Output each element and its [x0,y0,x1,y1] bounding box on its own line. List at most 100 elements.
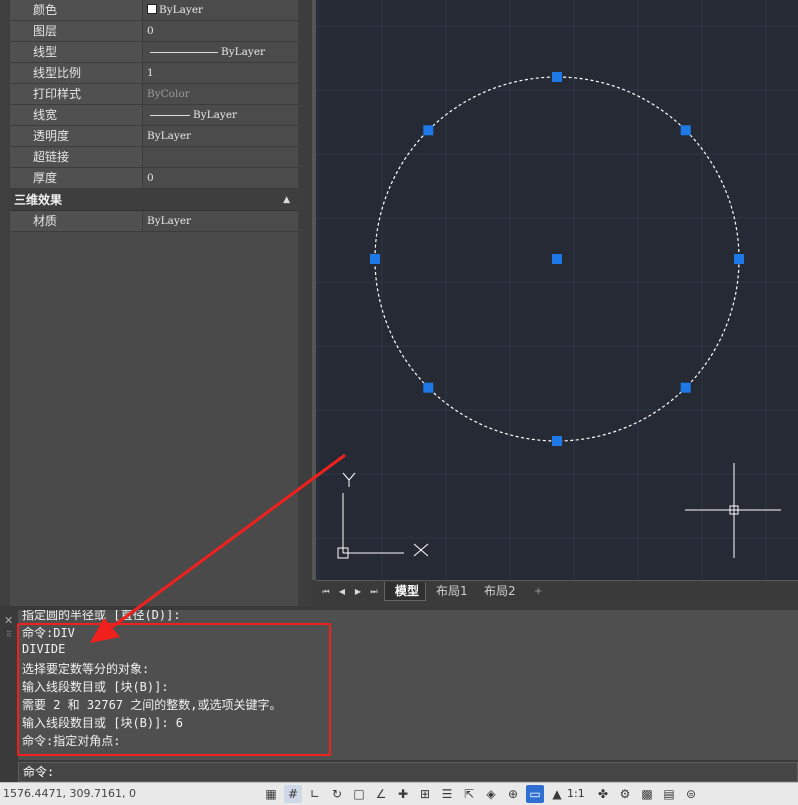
property-row[interactable]: 超链接 [10,147,298,168]
property-value[interactable]: 0 [142,21,298,41]
property-value[interactable]: ByLayer [142,0,298,20]
property-name: 打印样式 [10,84,142,104]
gear-icon[interactable]: ⚙ [616,785,634,803]
object-snap-icon[interactable]: □ [350,785,368,803]
property-value-text: ByLayer [221,46,266,58]
property-value-text: ByLayer [147,130,192,142]
next-tab-icon[interactable]: ▶ [352,585,364,599]
property-row[interactable]: 打印样式 ByColor [10,84,298,105]
section-header-3d[interactable]: 三维效果 ▲ [10,189,298,211]
drawing-canvas[interactable] [316,0,798,580]
snap-icon[interactable]: ∟ [306,785,324,803]
history-line: 输入线段数目或 [块(B)]: [22,680,169,694]
property-value[interactable]: ByLayer [142,211,298,231]
grip-handle[interactable] [680,382,691,393]
history-line: DIVIDE [22,642,66,656]
grip-handle[interactable] [552,72,562,82]
property-list: 颜色 ByLayer 图层 0 线型 ByLayer 线型比例 1 打印样式 ByColor 线宽 B… [10,0,298,232]
command-history: 指定圆的半径或 [直径(D)]: 命令:DIV DIVIDE 选择要定数等分的对象: 输… [18,610,798,760]
property-name: 线型比例 [10,63,142,83]
last-tab-icon[interactable]: ⏭ [368,585,380,599]
property-value[interactable]: ByLayer [142,105,298,125]
prev-tab-icon[interactable]: ◀ [336,585,348,599]
property-row[interactable]: 透明度 ByLayer [10,126,298,147]
property-value-text: ByLayer [159,4,204,16]
section-title: 三维效果 [14,193,63,207]
object-snap-tracking-icon[interactable]: ✚ [394,785,412,803]
property-row[interactable]: 线宽 ByLayer [10,105,298,126]
property-name: 材质 [10,211,142,231]
grip-handle[interactable] [423,125,434,136]
property-value-text: 0 [147,172,154,184]
dynamic-ucs-icon[interactable]: ⊞ [416,785,434,803]
isometric-icon[interactable]: ∠ [372,785,390,803]
grip-handle[interactable] [680,125,691,136]
property-row[interactable]: 线型比例 1 [10,63,298,84]
tab-layout2[interactable]: 布局2 [474,582,522,601]
property-value[interactable]: ByColor [142,84,298,104]
command-window: ✕ ⠿ 指定圆的半径或 [直径(D)]: 命令:DIV DIVIDE 选择要定数等分的… [0,606,798,782]
polar-tracking-icon[interactable]: ↻ [328,785,346,803]
property-name: 透明度 [10,126,142,146]
circle-grips[interactable] [370,72,744,446]
grip-handle[interactable] [370,254,380,264]
history-line: 需要 2 和 32767 之间的整数,或选项关键字。 [22,698,282,712]
annotation-scale-icon[interactable]: ▲ [548,785,566,803]
drawing-viewport[interactable] [312,0,798,580]
isolate-icon[interactable]: ▩ [638,785,656,803]
history-line: 命令:DIV [22,626,75,640]
command-input[interactable]: 命令: [18,762,798,782]
property-value[interactable]: 0 [142,168,298,188]
property-value-text: 0 [147,25,154,37]
palette-side-strip[interactable] [0,0,10,606]
close-icon[interactable]: ✕ [4,614,13,627]
first-tab-icon[interactable]: ⏮ [320,585,332,599]
workspace-icon[interactable]: ✤ [594,785,612,803]
property-value-text: ByLayer [193,109,238,121]
crosshair-cursor [685,463,781,558]
property-name: 超链接 [10,147,142,167]
property-value-text: ByLayer [147,215,192,227]
model-space-icon[interactable]: ▦ [262,785,280,803]
tab-layout1[interactable]: 布局1 [426,582,474,601]
collapse-icon[interactable]: ▲ [283,189,290,211]
property-row[interactable]: 厚度 0 [10,168,298,189]
add-layout-button[interactable]: + [524,582,548,601]
grip-handle[interactable] [734,254,744,264]
property-name: 线宽 [10,105,142,125]
history-line: 选择要定数等分的对象: [22,662,150,676]
tab-model[interactable]: 模型 [384,582,427,601]
history-line: 指定圆的半径或 [直径(D)]: [22,610,181,622]
grip-handle[interactable] [423,382,434,393]
palette-scrollbar[interactable] [298,0,312,606]
grip-icon[interactable]: ⠿ [6,630,12,639]
property-value[interactable] [142,147,298,167]
property-row[interactable]: 材质 ByLayer [10,211,298,232]
property-row[interactable]: 线型 ByLayer [10,42,298,63]
property-value[interactable]: 1 [142,63,298,83]
property-value[interactable]: ByLayer [142,42,298,62]
lineweight-icon[interactable]: ☰ [438,785,456,803]
scale-value[interactable]: 1:1 [567,787,585,800]
grip-handle[interactable] [552,254,562,264]
property-value-text: ByColor [147,88,190,100]
property-value-text: 1 [147,67,154,79]
property-row[interactable]: 图层 0 [10,21,298,42]
property-name: 线型 [10,42,142,62]
customize-icon[interactable]: ⊜ [682,785,700,803]
layers-icon[interactable]: ◈ [482,785,500,803]
grid [316,0,798,580]
selection-cycling-icon[interactable]: ⇱ [460,785,478,803]
calculator-icon[interactable]: ▤ [660,785,678,803]
history-line: 输入线段数目或 [块(B)]: 6 [22,716,184,730]
status-bar: 1576.4471, 309.7161, 0 ▦ # ∟ ↻ □ ∠ ✚ ⊞ ☰… [0,782,798,805]
coordinate-readout[interactable]: 1576.4471, 309.7161, 0 [3,787,136,800]
layout-tab-bar: ⏮ ◀ ▶ ⏭ 模型 布局1 布局2 + [316,580,798,602]
properties-palette: 颜色 ByLayer 图层 0 线型 ByLayer 线型比例 1 打印样式 ByColor 线宽 B… [0,0,312,606]
grid-icon[interactable]: # [284,785,302,803]
zoom-icon[interactable]: ⊕ [504,785,522,803]
property-row[interactable]: 颜色 ByLayer [10,0,298,21]
property-value[interactable]: ByLayer [142,126,298,146]
annotation-monitor-icon[interactable]: ▭ [526,785,544,803]
grip-handle[interactable] [552,436,562,446]
